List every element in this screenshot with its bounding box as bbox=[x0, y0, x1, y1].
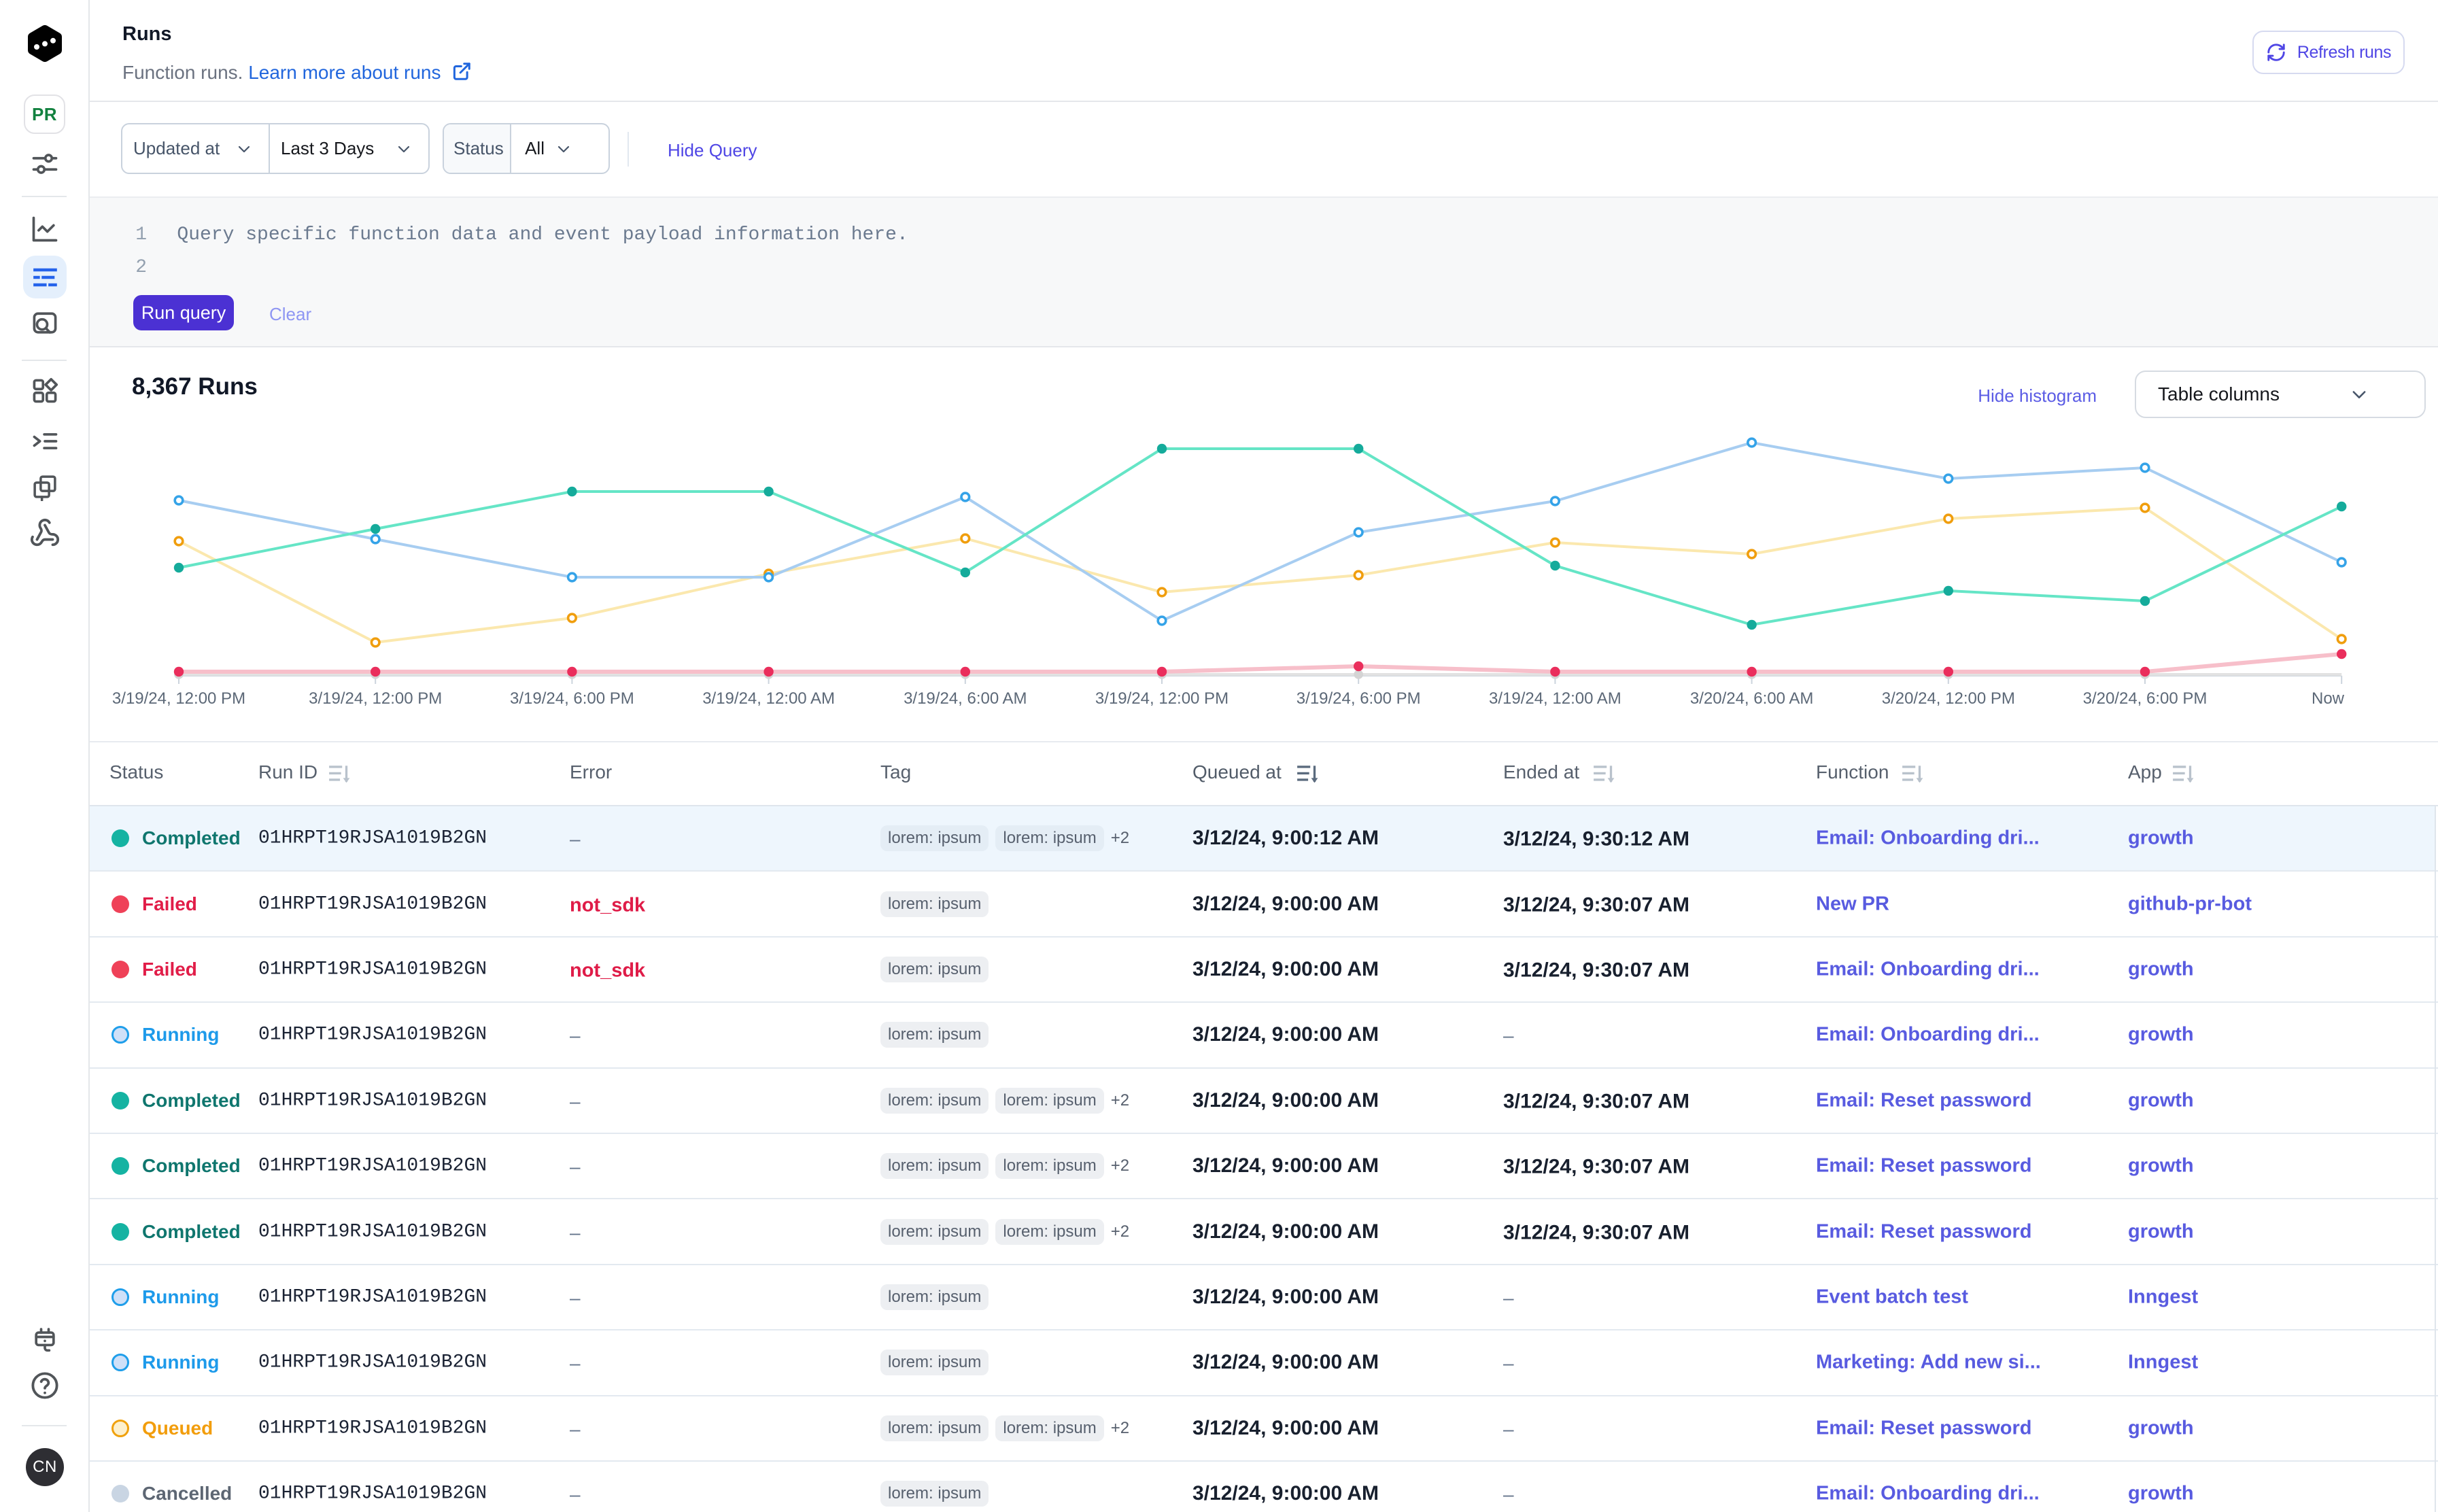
svg-text:3/19/24, 6:00 AM: 3/19/24, 6:00 AM bbox=[904, 689, 1027, 708]
svg-text:3/19/24, 12:00 PM: 3/19/24, 12:00 PM bbox=[309, 689, 442, 708]
svg-text:3/19/24, 12:00 AM: 3/19/24, 12:00 AM bbox=[702, 689, 835, 708]
svg-text:3/19/24, 12:00 AM: 3/19/24, 12:00 AM bbox=[1489, 689, 1621, 708]
svg-text:3/20/24, 12:00 PM: 3/20/24, 12:00 PM bbox=[1882, 689, 2015, 708]
svg-text:3/20/24, 6:00 AM: 3/20/24, 6:00 AM bbox=[1690, 689, 1813, 708]
svg-text:3/20/24, 6:00 PM: 3/20/24, 6:00 PM bbox=[2083, 689, 2208, 708]
svg-text:Now: Now bbox=[2312, 689, 2345, 708]
svg-text:3/19/24, 6:00 PM: 3/19/24, 6:00 PM bbox=[1297, 689, 1421, 708]
svg-text:3/19/24, 12:00 PM: 3/19/24, 12:00 PM bbox=[112, 689, 245, 708]
svg-text:3/19/24, 12:00 PM: 3/19/24, 12:00 PM bbox=[1095, 689, 1229, 708]
svg-text:3/19/24, 6:00 PM: 3/19/24, 6:00 PM bbox=[510, 689, 634, 708]
